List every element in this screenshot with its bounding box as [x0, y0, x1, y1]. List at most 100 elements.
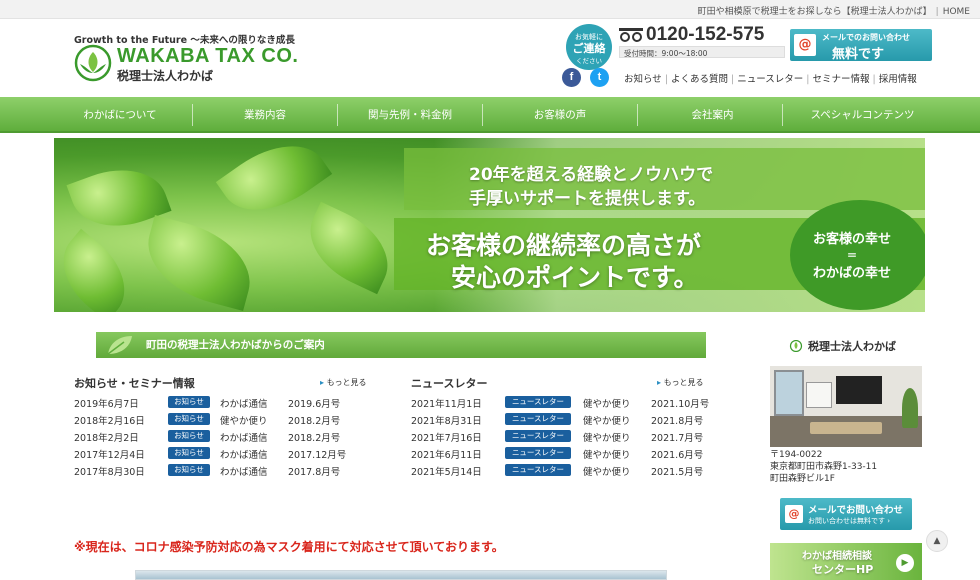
hero-circle-badge: お客様の幸せ ＝ わかばの幸せ: [790, 200, 925, 310]
sidebar-title-text: 税理士法人わかば: [808, 340, 896, 353]
letter-row[interactable]: 2021年5月14日 ニュースレター 健やか便り 2021.5月号: [411, 462, 731, 479]
nav-testimonials[interactable]: お客様の声: [490, 97, 630, 133]
letter-row[interactable]: 2021年11月1日 ニュースレター 健やか便り 2021.10月号: [411, 394, 731, 411]
news-badge: お知らせ: [168, 396, 210, 408]
sidebar-mail-sublabel: お問い合わせは無料です ›: [808, 517, 891, 525]
office-photo: [770, 366, 922, 447]
nav-services[interactable]: 業務内容: [200, 97, 330, 133]
facebook-icon[interactable]: f: [562, 68, 581, 87]
letter-row[interactable]: 2021年7月16日 ニュースレター 健やか便り 2021.7月号: [411, 428, 731, 445]
logo-text-en[interactable]: WAKABA TAX CO.: [117, 45, 298, 68]
news-title[interactable]: 2018.2月号: [288, 413, 340, 427]
news-more-link[interactable]: ▸ もっと見る: [320, 377, 367, 388]
news-kind: わかば通信: [220, 433, 268, 444]
news-date: 2019年6月7日: [74, 399, 139, 410]
news-row[interactable]: 2018年2月16日 お知らせ 健やか便り 2018.2月号: [74, 411, 374, 428]
letter-date: 2021年11月1日: [411, 399, 482, 410]
address-zip: 〒194-0022: [770, 450, 823, 460]
news-kind: わかば通信: [220, 450, 268, 461]
letters-section-title: ニュースレター: [411, 377, 488, 390]
news-row[interactable]: 2019年6月7日 お知らせ わかば通信 2019.6月号: [74, 394, 374, 411]
header-link-recruit[interactable]: 採用情報: [879, 74, 917, 85]
news-kind: わかば通信: [220, 399, 268, 410]
mail-contact-button[interactable]: @ メールでのお問い合わせ 無料です: [790, 29, 932, 62]
nav-pricing[interactable]: 関与先例・料金例: [345, 97, 475, 133]
mail-icon: @: [785, 505, 803, 523]
mail-button-label: メールでのお問い合わせ: [822, 33, 910, 42]
letter-date: 2021年6月11日: [411, 450, 482, 461]
news-title[interactable]: 2018.2月号: [288, 430, 340, 444]
home-link[interactable]: HOME: [943, 7, 970, 17]
letter-row[interactable]: 2021年6月11日 ニュースレター 健やか便り 2021.6月号: [411, 445, 731, 462]
nav-special[interactable]: スペシャルコンテンツ: [790, 97, 935, 133]
news-date: 2017年12月4日: [74, 450, 145, 461]
business-hours: 受付時間：9:00～18:00: [619, 46, 785, 58]
hero-sub-line2: 手厚いサポートを提供します。: [469, 189, 706, 209]
hero-banner[interactable]: 20年を超える経験とノウハウで 手厚いサポートを提供します。 お客様の継続率の高…: [54, 138, 925, 312]
news-row[interactable]: 2017年12月4日 お知らせ わかば通信 2017.12月号: [74, 445, 374, 462]
letter-date: 2021年8月31日: [411, 416, 482, 427]
letter-badge: ニュースレター: [505, 413, 571, 425]
top-bar-text: 町田や相模原で税理士をお探しなら【税理士法人わかば】 | HOME: [697, 7, 970, 17]
letter-kind: 健やか便り: [583, 416, 631, 427]
twitter-icon[interactable]: t: [590, 68, 609, 87]
sidebar-title: 税理士法人わかば: [788, 338, 896, 354]
letter-title[interactable]: 2021.8月号: [651, 413, 703, 427]
inheritance-center-banner[interactable]: わかば相続相談 センターHP ▶: [770, 543, 922, 580]
nav-company[interactable]: 会社案内: [645, 97, 780, 133]
page-top-button[interactable]: ▲: [926, 530, 948, 552]
letter-title[interactable]: 2021.6月号: [651, 447, 703, 461]
news-kind: 健やか便り: [220, 416, 268, 427]
header-link-faq[interactable]: よくある質問: [671, 74, 728, 85]
news-date: 2017年8月30日: [74, 467, 145, 478]
site-description: 町田や相模原で税理士をお探しなら【税理士法人わかば】: [697, 7, 932, 17]
news-section-title: お知らせ・セミナー情報: [74, 377, 195, 390]
mail-icon: @: [794, 34, 816, 56]
letter-title[interactable]: 2021.5月号: [651, 464, 703, 478]
letter-kind: 健やか便り: [583, 467, 631, 478]
office-address: 〒194-0022 東京都町田市森野1-33-11 町田森野ビル1F: [770, 449, 877, 485]
news-more-label: もっと見る: [326, 378, 367, 387]
address-line1: 東京都町田市森野1-33-11: [770, 462, 878, 472]
covid-notice: ※現在は、コロナ感染予防対応の為マスク着用にて対応させて頂いております。: [74, 540, 504, 554]
top-bar: 町田や相模原で税理士をお探しなら【税理士法人わかば】 | HOME: [0, 0, 980, 19]
phone-number[interactable]: 0120-152-575: [646, 24, 764, 46]
letter-title[interactable]: 2021.7月号: [651, 430, 703, 444]
letter-kind: 健やか便り: [583, 399, 631, 410]
news-badge: お知らせ: [168, 413, 210, 425]
news-title[interactable]: 2017.8月号: [288, 464, 340, 478]
content-image-strip: [135, 570, 667, 580]
letters-more-link[interactable]: ▸ もっと見る: [657, 377, 704, 388]
letter-badge: ニュースレター: [505, 447, 571, 459]
logo-small-icon: [789, 340, 803, 352]
letter-title[interactable]: 2021.10月号: [651, 396, 709, 410]
news-title[interactable]: 2017.12月号: [288, 447, 346, 461]
letter-badge: ニュースレター: [505, 464, 571, 476]
letter-kind: 健やか便り: [583, 433, 631, 444]
sidebar-mail-button[interactable]: @ メールでお問い合わせ お問い合わせは無料です ›: [780, 498, 912, 530]
chevron-up-icon: ▲: [933, 536, 941, 546]
header-link-newsletter[interactable]: ニュースレター: [737, 74, 803, 85]
freedial-icon: [619, 28, 643, 42]
header-link-news[interactable]: お知らせ: [624, 74, 662, 85]
letter-row[interactable]: 2021年8月31日 ニュースレター 健やか便り 2021.8月号: [411, 411, 731, 428]
news-row[interactable]: 2017年8月30日 お知らせ わかば通信 2017.8月号: [74, 462, 374, 479]
news-date: 2018年2月16日: [74, 416, 145, 427]
inherit-label: わかば相続相談: [802, 551, 872, 562]
news-row[interactable]: 2018年2月2日 お知らせ わかば通信 2018.2月号: [74, 428, 374, 445]
nav-about[interactable]: わかばについて: [55, 97, 185, 133]
logo-text-ja[interactable]: 税理士法人わかば: [117, 67, 213, 84]
header-link-seminar[interactable]: セミナー情報: [812, 74, 869, 85]
letter-badge: ニュースレター: [505, 430, 571, 442]
letter-date: 2021年5月14日: [411, 467, 482, 478]
letters-more-label: もっと見る: [663, 378, 704, 387]
global-nav: わかばについて 業務内容 関与先例・料金例 お客様の声 会社案内 スペシャルコン…: [0, 97, 980, 133]
news-badge: お知らせ: [168, 464, 210, 476]
letter-date: 2021年7月16日: [411, 433, 482, 444]
leaf-icon: [107, 336, 132, 355]
mail-button-sublabel: 無料です: [832, 47, 885, 62]
address-line2: 町田森野ビル1F: [770, 474, 835, 484]
logo-icon[interactable]: [74, 44, 112, 82]
news-title[interactable]: 2019.6月号: [288, 396, 340, 410]
bubble-line3: ください: [576, 57, 602, 65]
